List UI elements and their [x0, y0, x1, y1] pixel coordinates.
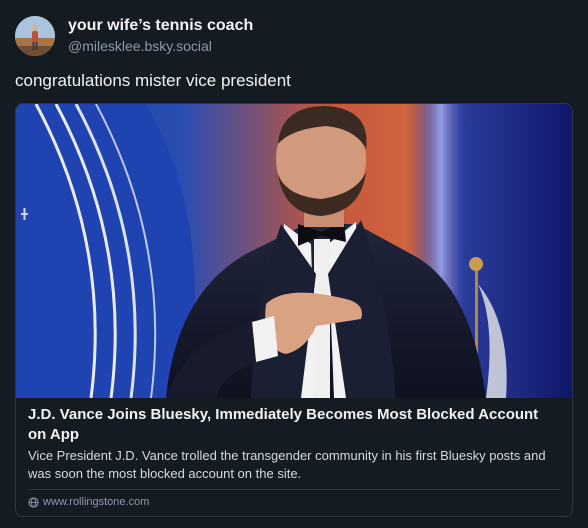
link-card-divider — [28, 489, 560, 490]
display-name[interactable]: your wife’s tennis coach — [68, 17, 253, 35]
avatar[interactable] — [15, 16, 55, 56]
handle[interactable]: @milesklee.bsky.social — [68, 38, 212, 54]
post-text: congratulations mister vice president — [15, 71, 291, 90]
link-card-source[interactable]: www.rollingstone.com — [28, 494, 149, 510]
link-card-title[interactable]: J.D. Vance Joins Bluesky, Immediately Be… — [28, 405, 560, 445]
link-card-source-text: www.rollingstone.com — [43, 496, 150, 508]
link-card[interactable]: J.D. Vance Joins Bluesky, Immediately Be… — [15, 103, 573, 517]
link-card-description: Vice President J.D. Vance trolled the tr… — [28, 448, 546, 481]
globe-icon — [28, 496, 39, 508]
link-card-image[interactable] — [16, 104, 572, 399]
post[interactable]: your wife’s tennis coach @milesklee.bsky… — [0, 0, 588, 528]
